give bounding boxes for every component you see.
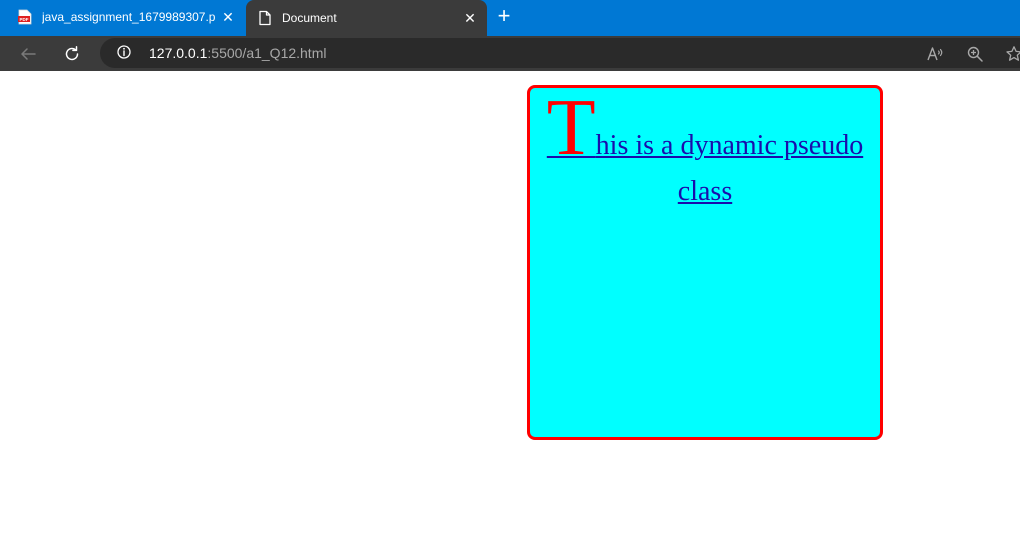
tab-title: Document: [282, 11, 337, 25]
read-aloud-icon[interactable]: [926, 45, 944, 63]
info-icon[interactable]: [117, 45, 131, 59]
address-bar[interactable]: 127.0.0.1:5500/a1_Q12.html: [100, 38, 1020, 68]
tab-java-assignment[interactable]: PDF java_assignment_1679989307.pdf ✕: [0, 0, 245, 33]
back-icon: [21, 48, 36, 60]
new-tab-button[interactable]: +: [492, 5, 516, 29]
back-button[interactable]: [14, 40, 42, 68]
page-viewport: This is a dynamic pseudo class: [0, 71, 1020, 550]
url-path: :5500/a1_Q12.html: [207, 45, 327, 61]
url-host: 127.0.0.1: [149, 45, 208, 61]
pseudo-class-box: This is a dynamic pseudo class: [527, 85, 883, 440]
favorite-icon[interactable]: [1005, 45, 1020, 63]
tab-title: java_assignment_1679989307.pdf: [42, 9, 216, 24]
tab-document[interactable]: Document ✕: [246, 0, 487, 36]
browser-toolbar: 127.0.0.1:5500/a1_Q12.html: [0, 36, 1020, 71]
svg-text:PDF: PDF: [20, 16, 29, 21]
refresh-button[interactable]: [58, 40, 86, 68]
pdf-icon: PDF: [18, 9, 32, 24]
refresh-icon: [65, 46, 79, 61]
link-text: his is a dynamic pseudo class: [595, 130, 864, 207]
close-tab-icon[interactable]: ✕: [221, 10, 235, 24]
dynamic-pseudo-class-link[interactable]: This is a dynamic pseudo class: [547, 88, 864, 207]
document-icon: [259, 10, 271, 26]
url-text[interactable]: 127.0.0.1:5500/a1_Q12.html: [149, 44, 326, 62]
zoom-icon[interactable]: [966, 45, 984, 63]
close-tab-icon[interactable]: ✕: [463, 11, 477, 25]
tab-strip: PDF java_assignment_1679989307.pdf ✕ Doc…: [0, 0, 1020, 36]
first-letter: T: [546, 84, 596, 172]
